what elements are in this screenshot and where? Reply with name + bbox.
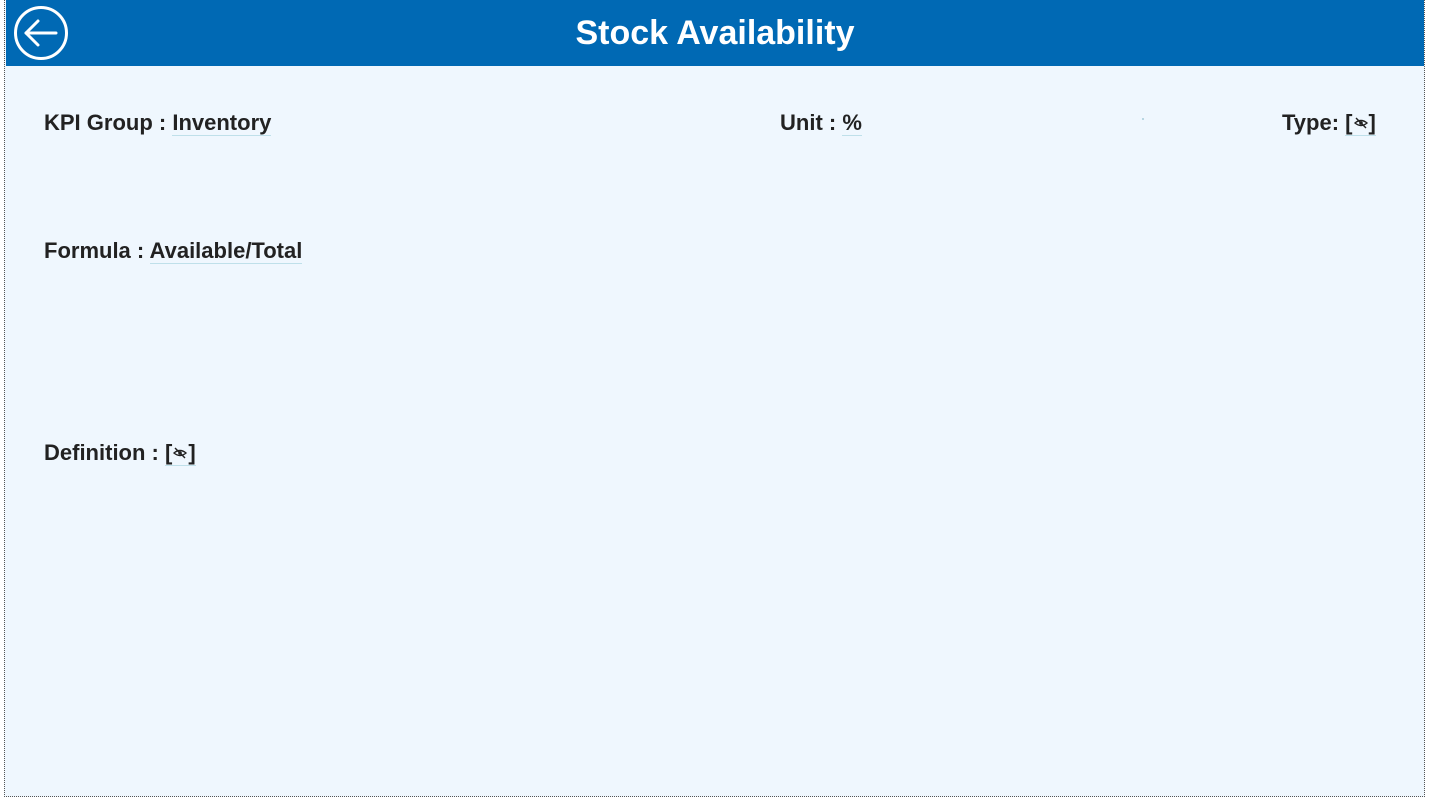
stray-dot bbox=[1142, 118, 1144, 120]
eye-off-icon bbox=[1353, 111, 1369, 137]
definition-field: Definition : [] bbox=[44, 440, 196, 467]
definition-label: Definition : bbox=[44, 440, 159, 465]
unit-value: % bbox=[842, 110, 862, 136]
arrow-left-circle-icon bbox=[14, 6, 68, 60]
header-bar: Stock Availability bbox=[6, 0, 1424, 66]
type-bracket-close: ] bbox=[1368, 110, 1376, 135]
type-label: Type: bbox=[1282, 110, 1340, 135]
definition-value: [] bbox=[165, 440, 196, 466]
back-button[interactable] bbox=[13, 5, 69, 61]
type-bracket-open: [ bbox=[1345, 110, 1353, 135]
unit-label: Unit : bbox=[780, 110, 837, 135]
page-title: Stock Availability bbox=[575, 14, 855, 52]
definition-bracket-close: ] bbox=[188, 440, 196, 465]
formula-label: Formula : bbox=[44, 238, 145, 263]
formula-field: Formula : Available/Total bbox=[44, 238, 303, 264]
type-value: [] bbox=[1345, 110, 1376, 136]
eye-off-icon bbox=[172, 441, 188, 467]
kpi-group-field: KPI Group : Inventory bbox=[44, 110, 272, 136]
definition-bracket-open: [ bbox=[165, 440, 173, 465]
formula-value: Available/Total bbox=[149, 238, 303, 264]
unit-field: Unit : % bbox=[780, 110, 862, 136]
kpi-group-value: Inventory bbox=[172, 110, 272, 136]
kpi-group-label: KPI Group : bbox=[44, 110, 167, 135]
type-field: Type: [] bbox=[1282, 110, 1376, 137]
